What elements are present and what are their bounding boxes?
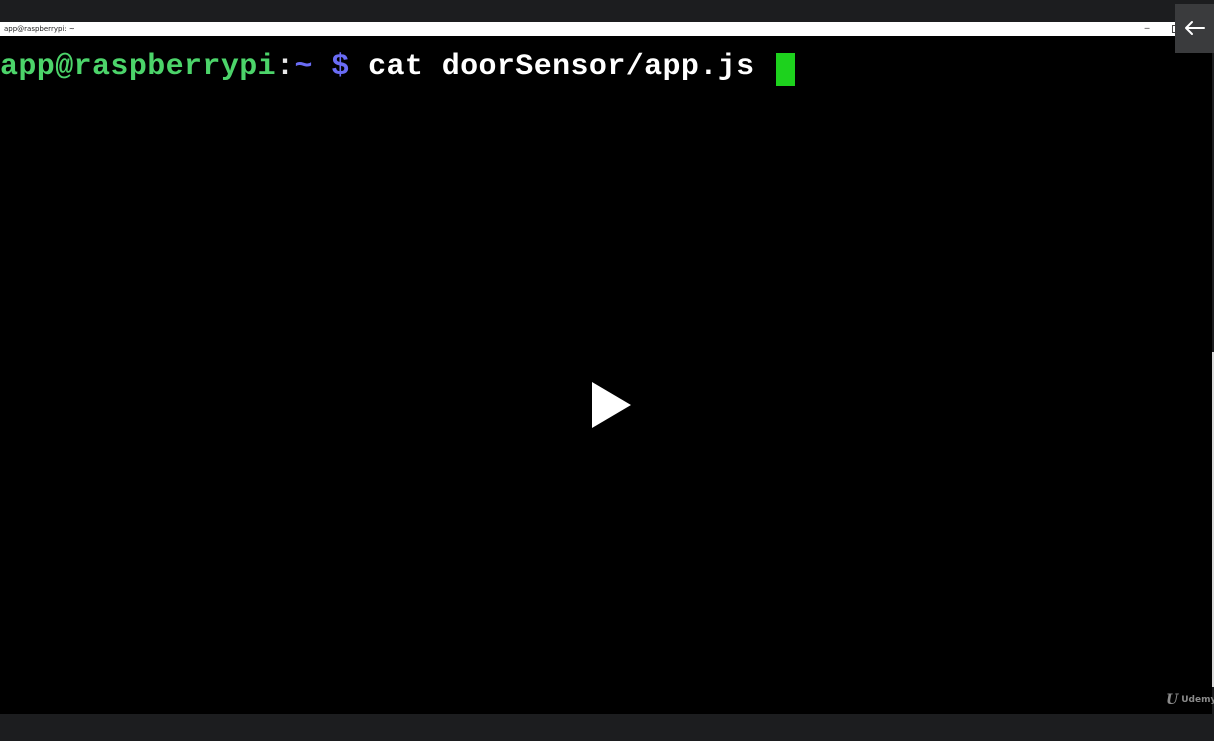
command-text: cat doorSensor/app.js [368, 50, 755, 84]
terminal-titlebar: app@raspberrypi: ~ ─ [0, 22, 1214, 36]
terminal-cursor [776, 53, 795, 86]
window-title: app@raspberrypi: ~ [4, 25, 75, 33]
prompt-path: ~ [294, 50, 313, 84]
udemy-watermark: U Udemy [1166, 692, 1214, 708]
play-icon [592, 382, 631, 428]
prompt-colon: : [276, 50, 295, 84]
watermark-text: Udemy [1181, 695, 1214, 705]
prompt-symbol: $ [331, 50, 350, 84]
arrow-left-icon [1185, 21, 1205, 35]
video-bottom-band [0, 714, 1214, 741]
prompt-line: app@raspberrypi:~ $ cat doorSensor/app.j… [0, 49, 755, 85]
back-button[interactable] [1175, 4, 1214, 53]
minimize-button[interactable]: ─ [1141, 23, 1153, 35]
video-top-band [0, 0, 1214, 22]
udemy-logo-icon: U [1166, 692, 1179, 708]
prompt-user-host: app@raspberrypi [0, 50, 277, 84]
play-button[interactable] [588, 380, 634, 430]
terminal-viewport[interactable]: app@raspberrypi:~ $ cat doorSensor/app.j… [0, 36, 1212, 714]
